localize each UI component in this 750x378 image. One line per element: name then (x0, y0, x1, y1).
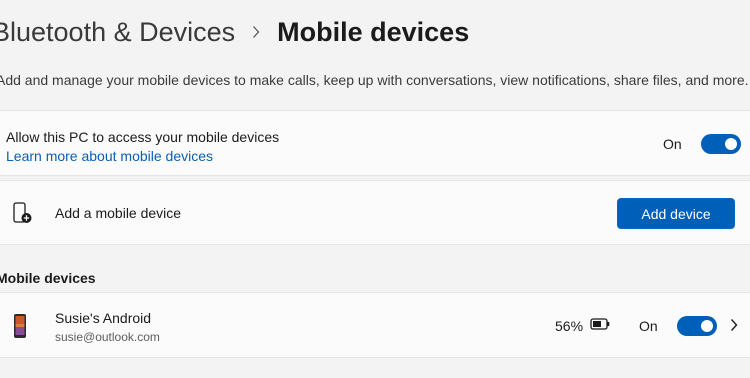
chevron-right-icon (251, 25, 261, 39)
settings-page: Bluetooth & Devices Mobile devices Add a… (0, 0, 750, 378)
device-toggle[interactable] (676, 316, 717, 336)
battery-status: 56% (555, 317, 610, 335)
mobile-devices-heading: Mobile devices (0, 270, 96, 286)
add-device-button[interactable]: Add device (617, 198, 735, 229)
toggle-knob (700, 320, 713, 332)
phone-icon (13, 313, 27, 344)
battery-icon (590, 317, 610, 335)
device-toggle-label: On (639, 318, 658, 334)
chevron-right-icon[interactable] (729, 318, 739, 337)
allow-access-title: Allow this PC to access your mobile devi… (6, 129, 280, 145)
add-device-label: Add a mobile device (55, 205, 182, 221)
allow-access-toggle-group: On (663, 134, 741, 154)
learn-more-link[interactable]: Learn more about mobile devices (6, 147, 213, 165)
add-device-card: Add a mobile device Add device (0, 180, 750, 245)
device-name: Susie's Android (55, 310, 152, 326)
breadcrumb-parent-link[interactable]: Bluetooth & Devices (0, 14, 235, 50)
toggle-knob (724, 138, 737, 150)
device-toggle-group: On (639, 316, 717, 336)
phone-add-icon (12, 202, 34, 231)
allow-access-toggle[interactable] (700, 134, 741, 154)
allow-access-toggle-label: On (663, 136, 682, 152)
page-description: Add and manage your mobile devices to ma… (0, 72, 749, 88)
battery-percent: 56% (555, 318, 584, 334)
device-list-item[interactable]: Susie's Android susie@outlook.com 56% On (0, 292, 750, 358)
allow-access-card: Allow this PC to access your mobile devi… (0, 110, 750, 176)
device-email: susie@outlook.com (55, 330, 160, 344)
page-title: Mobile devices (277, 17, 470, 47)
breadcrumb: Bluetooth & Devices Mobile devices (0, 14, 469, 50)
